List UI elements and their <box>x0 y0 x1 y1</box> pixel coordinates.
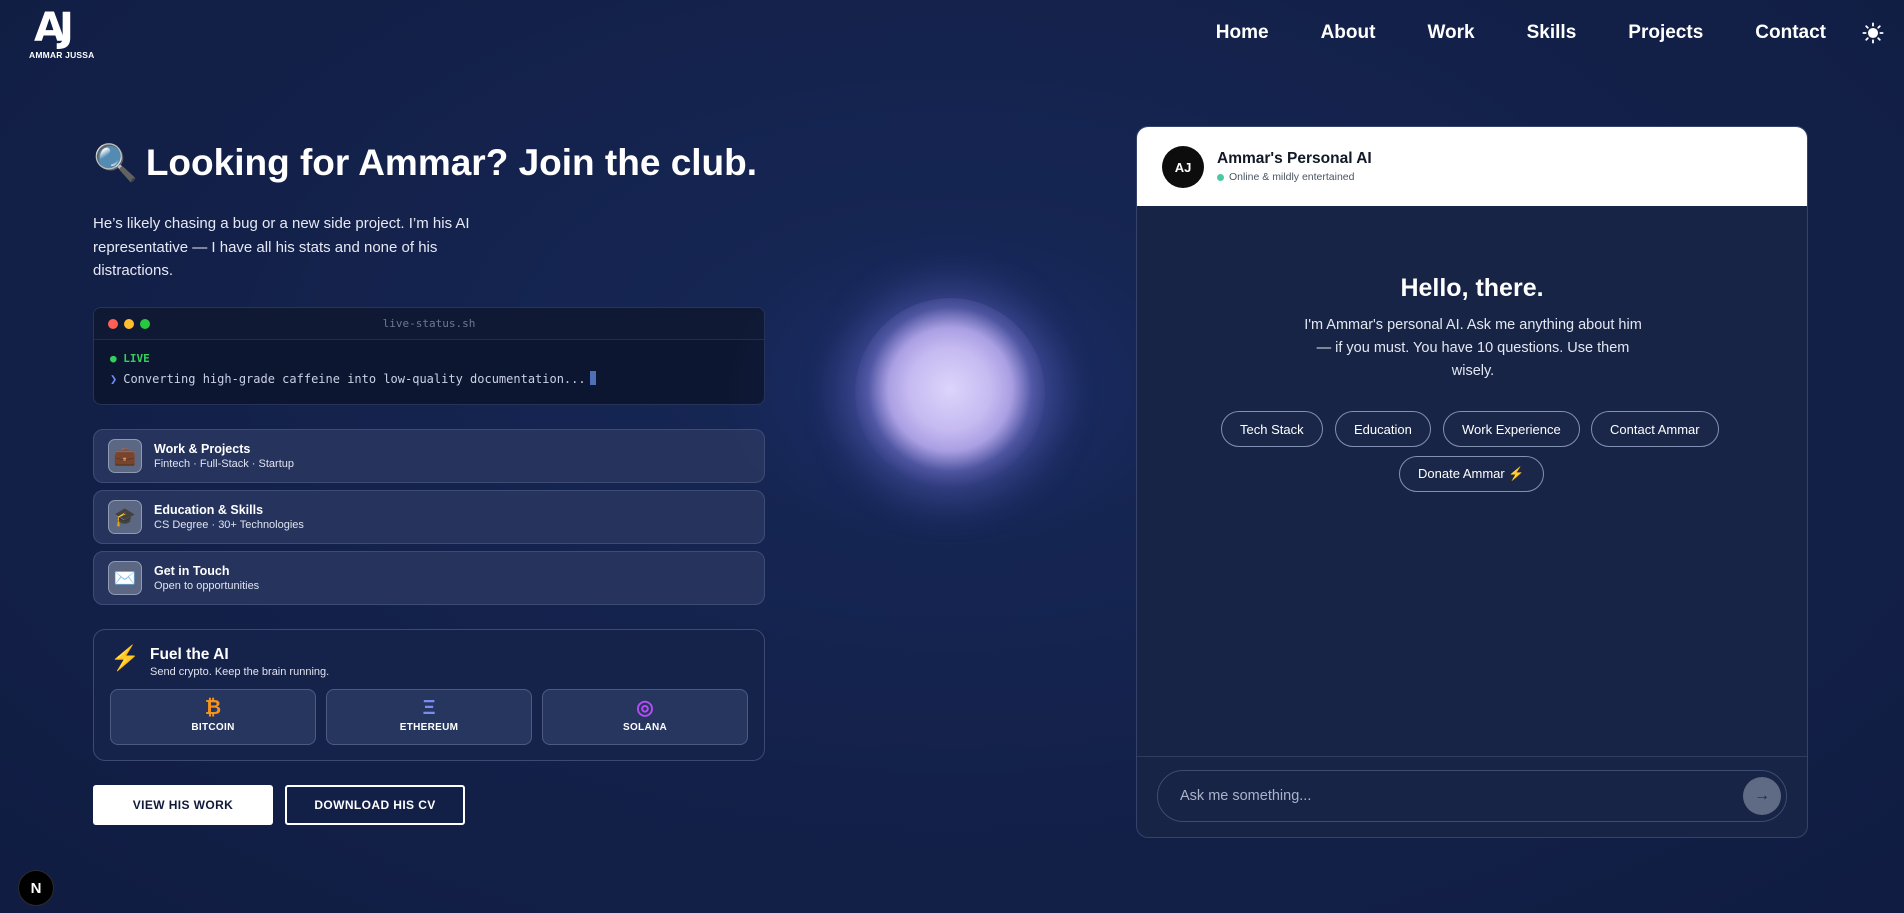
chat-footer: → <box>1137 756 1807 837</box>
nav-skills[interactable]: Skills <box>1527 22 1577 44</box>
card-title: Education & Skills <box>154 503 264 517</box>
solana-icon: ◎ <box>636 697 654 719</box>
fuel-title: Fuel the AI <box>150 646 229 663</box>
coin-name: SOLANA <box>622 722 668 733</box>
ethereum-icon: Ξ <box>422 697 436 719</box>
lightning-bolt-icon: ⚡ <box>110 645 140 672</box>
download-cv-button[interactable]: DOWNLOAD HIS CV <box>285 785 465 825</box>
bitcoin-button[interactable]: ₿ BITCOIN <box>110 689 316 745</box>
card-work-projects[interactable]: 💼 Work & Projects Fintech · Full-Stack ·… <box>93 429 765 483</box>
nav-projects[interactable]: Projects <box>1628 22 1703 44</box>
nav-about[interactable]: About <box>1321 22 1376 44</box>
card-title: Work & Projects <box>154 442 251 456</box>
terminal-cursor <box>589 371 596 385</box>
chip-donate-ammar[interactable]: Donate Ammar ⚡ <box>1399 456 1544 492</box>
terminal-line: ❯ Converting high-grade caffeine into low… <box>110 371 596 386</box>
hero-title-text: Looking for Ammar? Join the club. <box>145 142 758 183</box>
chat-panel: AJ Ammar's Personal AI Online & mildly e… <box>1136 126 1808 838</box>
chat-status: Online & mildly entertained <box>1217 171 1354 183</box>
coin-name: BITCOIN <box>191 722 235 733</box>
logo-mark: AJ <box>34 5 74 51</box>
terminal-text: Converting high-grade caffeine into low-… <box>123 372 586 386</box>
chat-greeting: Hello, there. <box>1400 274 1544 302</box>
briefcase-icon: 💼 <box>108 439 142 473</box>
card-subtitle: CS Degree · 30+ Technologies <box>154 519 304 531</box>
graduation-cap-icon: 🎓 <box>108 500 142 534</box>
chat-input[interactable] <box>1159 772 1719 820</box>
chat-header: AJ Ammar's Personal AI Online & mildly e… <box>1137 127 1807 206</box>
envelope-icon: ✉️ <box>108 561 142 595</box>
chat-input-wrapper: → <box>1157 770 1787 822</box>
nav-home[interactable]: Home <box>1216 22 1269 44</box>
ai-orb <box>855 298 1045 488</box>
coin-name: ETHEREUM <box>399 722 459 733</box>
nav-work[interactable]: Work <box>1427 22 1474 44</box>
bitcoin-icon: ₿ <box>204 697 222 719</box>
chat-status-text: Online & mildly entertained <box>1229 171 1355 183</box>
nav-contact[interactable]: Contact <box>1755 22 1826 44</box>
main-nav: Home About Work Skills Projects Contact <box>1216 0 1884 66</box>
terminal-filename: live-status.sh <box>382 317 476 330</box>
sun-icon[interactable] <box>1862 22 1884 44</box>
prompt-chevron-icon: ❯ <box>110 372 118 386</box>
chip-work-experience[interactable]: Work Experience <box>1443 411 1580 447</box>
chat-intro: I'm Ammar's personal AI. Ask me anything… <box>1304 317 1642 379</box>
avatar: AJ <box>1162 146 1204 188</box>
chip-contact-ammar[interactable]: Contact Ammar <box>1591 411 1719 447</box>
card-subtitle: Fintech · Full-Stack · Startup <box>154 458 294 470</box>
send-arrow-icon[interactable]: → <box>1743 777 1781 815</box>
fuel-subtitle: Send crypto. Keep the brain running. <box>150 666 330 678</box>
card-title: Get in Touch <box>154 564 230 578</box>
nextjs-badge-icon[interactable]: N <box>18 870 54 906</box>
card-subtitle: Open to opportunities <box>154 580 260 592</box>
card-get-in-touch[interactable]: ✉️ Get in Touch Open to opportunities <box>93 551 765 605</box>
fuel-the-ai-panel: ⚡ Fuel the AI Send crypto. Keep the brai… <box>93 629 765 761</box>
site-logo[interactable]: AJ AMMAR JUSSA <box>28 6 98 62</box>
view-his-work-button[interactable]: VIEW HIS WORK <box>93 785 273 825</box>
live-status-terminal: live-status.sh ● LIVE ❯ Converting high-g… <box>93 307 765 405</box>
solana-button[interactable]: ◎ SOLANA <box>542 689 748 745</box>
hero-title: 🔍 Looking for Ammar? Join the club. <box>93 142 757 184</box>
card-education-skills[interactable]: 🎓 Education & Skills CS Degree · 30+ Tec… <box>93 490 765 544</box>
logo-name: AMMAR JUSSA <box>29 50 95 60</box>
online-dot-icon <box>1217 173 1224 181</box>
ethereum-button[interactable]: Ξ ETHEREUM <box>326 689 532 745</box>
terminal-title-bar: live-status.sh <box>94 308 764 340</box>
chip-tech-stack[interactable]: Tech Stack <box>1221 411 1323 447</box>
magnifying-glass-icon: 🔍 <box>93 142 138 183</box>
chip-education[interactable]: Education <box>1335 411 1431 447</box>
live-indicator: ● LIVE <box>110 352 150 365</box>
chat-name: Ammar's Personal AI <box>1217 150 1372 167</box>
hero-subtitle: He’s likely chasing a bug or a new side … <box>93 215 470 279</box>
